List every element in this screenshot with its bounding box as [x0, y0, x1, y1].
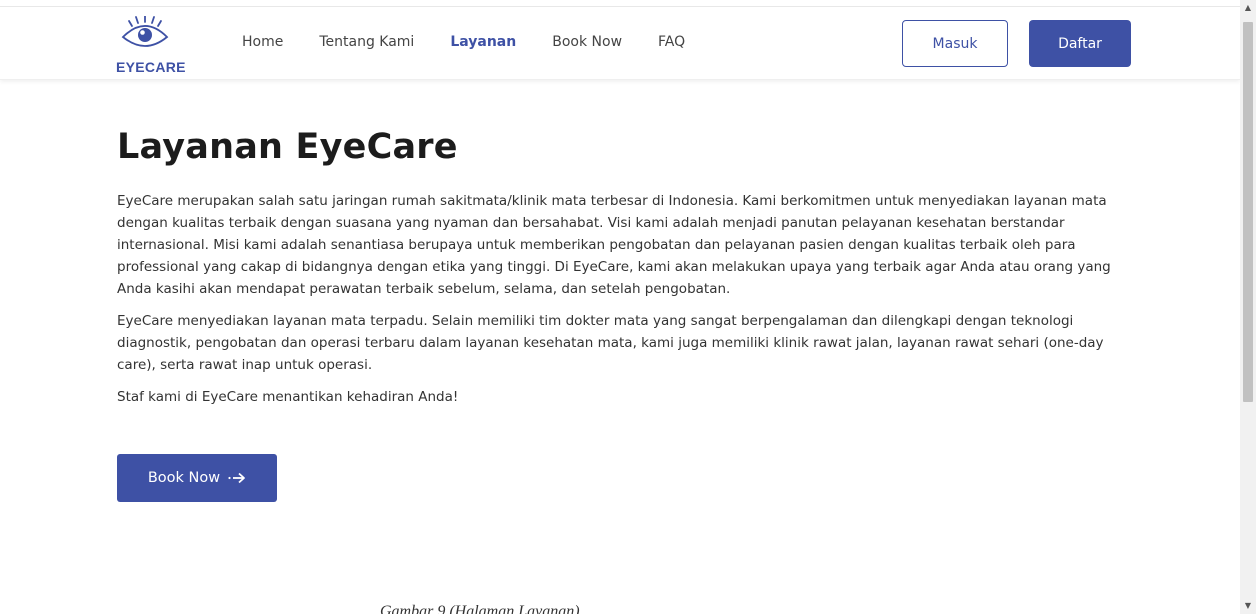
- intro-paragraph: EyeCare merupakan salah satu jaringan ru…: [117, 193, 1111, 297]
- page-title: Layanan EyeCare: [117, 127, 458, 167]
- navbar: EYECARE Home Tentang Kami Layanan Book N…: [0, 7, 1240, 80]
- scroll-up-icon[interactable]: ▲: [1240, 0, 1256, 16]
- arrow-right-icon: [228, 469, 246, 488]
- nav-home[interactable]: Home: [242, 34, 283, 50]
- vertical-scrollbar[interactable]: ▲ ▼: [1240, 0, 1256, 614]
- services-paragraph: EyeCare menyediakan layanan mata terpadu…: [117, 313, 1104, 373]
- register-button[interactable]: Daftar: [1029, 20, 1131, 67]
- nav-tentang-kami[interactable]: Tentang Kami: [319, 34, 414, 50]
- brand-name: EYECARE: [116, 59, 186, 75]
- main-content: Layanan EyeCare EyeCare merupakan salah …: [117, 124, 1137, 408]
- brand-logo[interactable]: EYECARE: [116, 16, 185, 76]
- scroll-down-icon[interactable]: ▼: [1240, 598, 1256, 614]
- book-now-label: Book Now: [147, 470, 221, 486]
- book-now-button[interactable]: Book Now: [117, 454, 277, 502]
- eye-icon: [121, 16, 169, 47]
- browser-top-edge: [0, 0, 1240, 7]
- login-button[interactable]: Masuk: [902, 20, 1008, 67]
- nav-layanan[interactable]: Layanan: [450, 34, 516, 50]
- main-nav: Home Tentang Kami Layanan Book Now FAQ: [242, 34, 721, 50]
- welcome-paragraph: Staf kami di EyeCare menantikan kehadira…: [117, 389, 459, 405]
- nav-book-now[interactable]: Book Now: [552, 34, 622, 50]
- nav-faq[interactable]: FAQ: [658, 34, 685, 50]
- scrollbar-thumb[interactable]: [1243, 22, 1253, 402]
- figure-caption: Gambar 9 (Halaman Layanan): [380, 603, 580, 614]
